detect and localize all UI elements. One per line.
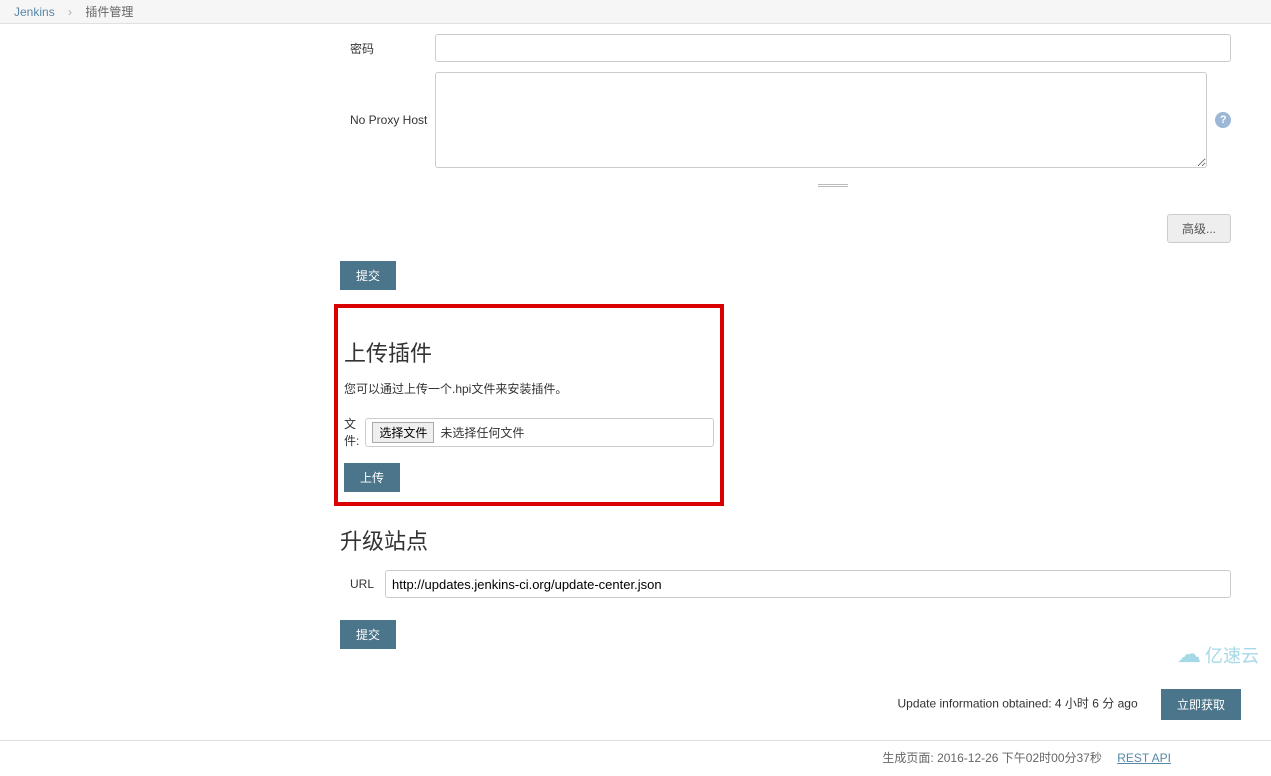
breadcrumb-root[interactable]: Jenkins bbox=[14, 5, 55, 19]
file-status-text: 未选择任何文件 bbox=[440, 424, 524, 441]
watermark-text: 亿速云 bbox=[1205, 642, 1259, 668]
upload-heading: 上传插件 bbox=[344, 336, 714, 368]
url-label: URL bbox=[340, 577, 385, 591]
advanced-row: 高级... bbox=[340, 214, 1231, 243]
help-icon[interactable]: ? bbox=[1215, 112, 1231, 128]
password-row: 密码 bbox=[340, 34, 1231, 62]
proxy-submit-button[interactable]: 提交 bbox=[340, 261, 396, 290]
url-row: URL bbox=[340, 570, 1231, 598]
gen-time: 2016-12-26 下午02时00分37秒 bbox=[937, 751, 1102, 765]
resize-handle-icon[interactable] bbox=[435, 176, 1231, 190]
chevron-right-icon: › bbox=[68, 5, 72, 19]
site-heading: 升级站点 bbox=[340, 524, 1231, 556]
update-status-row: Update information obtained: 4 小时 6 分 ag… bbox=[0, 689, 1271, 720]
noproxy-row: No Proxy Host ? bbox=[340, 72, 1231, 168]
update-info-label: Update information obtained: bbox=[897, 697, 1054, 711]
breadcrumb-bar: Jenkins › 插件管理 bbox=[0, 0, 1271, 24]
cloud-icon: ☁ bbox=[1177, 640, 1201, 669]
upload-desc: 您可以通过上传一个.hpi文件来安装插件。 bbox=[344, 380, 714, 397]
upload-highlight-box: 上传插件 您可以通过上传一个.hpi文件来安装插件。 文件: 选择文件 未选择任… bbox=[334, 304, 724, 506]
file-label: 文件: bbox=[344, 415, 359, 449]
password-input[interactable] bbox=[435, 34, 1231, 62]
page-footer: 生成页面: 2016-12-26 下午02时00分37秒 REST API bbox=[0, 740, 1271, 776]
site-submit-button[interactable]: 提交 bbox=[340, 620, 396, 649]
breadcrumb-current: 插件管理 bbox=[85, 5, 133, 19]
update-age-text: 4 小时 6 分 ago bbox=[1055, 697, 1138, 711]
upload-button[interactable]: 上传 bbox=[344, 463, 400, 492]
file-input-wrap[interactable]: 选择文件 未选择任何文件 bbox=[365, 418, 714, 447]
url-input[interactable] bbox=[385, 570, 1231, 598]
password-label: 密码 bbox=[340, 40, 435, 57]
gen-label: 生成页面: bbox=[882, 751, 933, 765]
noproxy-textarea[interactable] bbox=[435, 72, 1207, 168]
noproxy-label: No Proxy Host bbox=[340, 113, 435, 127]
advanced-button[interactable]: 高级... bbox=[1167, 214, 1231, 243]
main-content: 密码 No Proxy Host ? 高级... 提交 上传插件 您可以通过上传… bbox=[340, 34, 1231, 649]
watermark: ☁ 亿速云 bbox=[1177, 640, 1259, 669]
rest-api-link[interactable]: REST API bbox=[1117, 751, 1171, 765]
file-row: 文件: 选择文件 未选择任何文件 bbox=[344, 415, 714, 449]
choose-file-button[interactable]: 选择文件 bbox=[372, 422, 434, 443]
fetch-now-button[interactable]: 立即获取 bbox=[1161, 689, 1241, 720]
